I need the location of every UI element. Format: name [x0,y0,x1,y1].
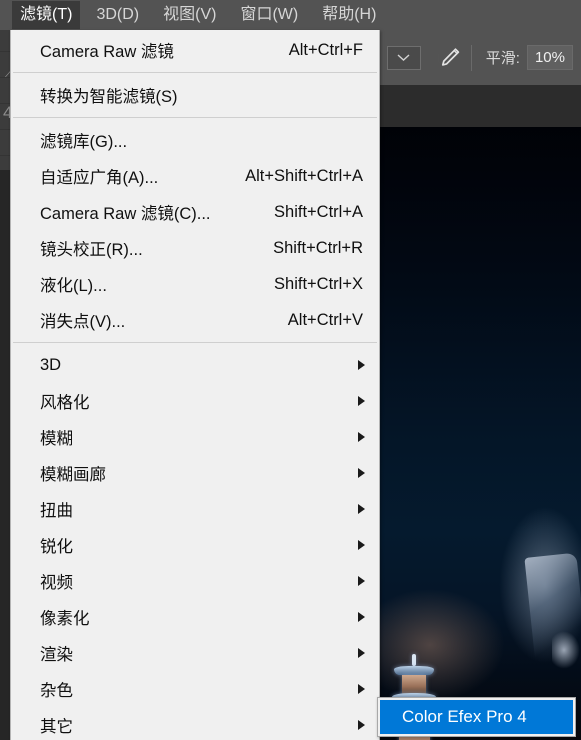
menu-item-label: 杂色 [40,682,73,700]
menu-item-label: Camera Raw 滤镜(C)... [40,205,211,223]
chevron-right-icon [358,720,365,730]
menu-item-label: Camera Raw 滤镜 [40,43,174,61]
filter-dropdown-menu: Camera Raw 滤镜 Alt+Ctrl+F 转换为智能滤镜(S) 滤镜库(… [10,30,380,740]
menu-item-label: 其它 [40,718,73,736]
toolbar-divider [470,44,472,71]
chevron-right-icon [358,684,365,694]
menu-item-label: 扭曲 [40,502,73,520]
brush-smoothing-icon[interactable] [435,46,461,70]
menu-window[interactable]: 窗口(W) [232,1,306,29]
menu-item-label: 锐化 [40,538,73,556]
menu-item-filter-gallery[interactable]: 滤镜库(G)... [11,122,379,158]
smoothing-label: 平滑: [485,50,520,67]
chevron-right-icon [358,612,365,622]
menu-item-label: 像素化 [40,610,90,628]
menu-item-shortcut: Alt+Shift+Ctrl+A [245,166,363,185]
submenu-item-color-efex-pro-4[interactable]: Color Efex Pro 4 [380,700,573,734]
menu-item-render[interactable]: 渲染 [11,635,379,671]
menu-bar: 滤镜(T) 3D(D) 视图(V) 窗口(W) 帮助(H) [0,0,581,30]
menu-item-lens-correction[interactable]: 镜头校正(R)... Shift+Ctrl+R [11,230,379,266]
menu-item-label: 滤镜库(G)... [40,133,128,151]
menu-item-distort[interactable]: 扭曲 [11,491,379,527]
photo-light-glow [552,630,581,674]
menu-item-label: 视频 [40,574,73,592]
nik-collection-submenu: Color Efex Pro 4 [377,697,576,737]
chevron-right-icon [358,360,365,370]
menu-item-shortcut: Shift+Ctrl+A [274,202,363,221]
chevron-right-icon [358,396,365,406]
menu-item-label: 渲染 [40,646,73,664]
menu-separator [13,117,377,118]
menu-3d[interactable]: 3D(D) [88,1,147,29]
menu-item-shortcut: Shift+Ctrl+X [274,274,363,293]
menu-item-sharpen[interactable]: 锐化 [11,527,379,563]
menu-item-label: 模糊 [40,430,73,448]
chevron-right-icon [358,648,365,658]
menu-item-blur-gallery[interactable]: 模糊画廊 [11,455,379,491]
menu-item-label: 液化(L)... [40,277,107,295]
menu-item-label: 风格化 [40,394,90,412]
menu-item-convert-smart-filter[interactable]: 转换为智能滤镜(S) [11,77,379,113]
menu-item-blur[interactable]: 模糊 [11,419,379,455]
menu-item-label: 自适应广角(A)... [40,169,159,187]
photoshop-window: ⟋ 4 平滑: 10% 滤镜(T) 3D(D) 视图(V) 窗口(W) 帮助(H… [0,0,581,740]
menu-item-label: 消失点(V)... [40,313,126,331]
smoothing-value-input[interactable]: 10% [526,45,573,70]
menu-help[interactable]: 帮助(H) [314,1,384,29]
menu-item-camera-raw-filter-c[interactable]: Camera Raw 滤镜(C)... Shift+Ctrl+A [11,194,379,230]
menu-item-label: 转换为智能滤镜(S) [40,88,178,106]
menu-item-adaptive-wide-angle[interactable]: 自适应广角(A)... Alt+Shift+Ctrl+A [11,158,379,194]
menu-item-camera-raw-filter[interactable]: Camera Raw 滤镜 Alt+Ctrl+F [11,32,379,68]
menu-filter[interactable]: 滤镜(T) [12,1,81,29]
menu-separator [13,342,377,343]
menu-item-stylize[interactable]: 风格化 [11,383,379,419]
menu-item-label: 镜头校正(R)... [40,241,143,259]
chevron-down-icon [397,53,410,62]
chevron-right-icon [358,540,365,550]
menu-item-3d[interactable]: 3D [11,347,379,383]
chevron-right-icon [358,576,365,586]
menu-item-shortcut: Alt+Ctrl+F [288,40,363,59]
submenu-item-label: Color Efex Pro 4 [402,707,527,726]
menu-separator [13,72,377,73]
chevron-right-icon [358,504,365,514]
menu-item-pixelate[interactable]: 像素化 [11,599,379,635]
chevron-right-icon [358,468,365,478]
brush-preset-dropdown[interactable] [386,45,421,70]
menu-item-shortcut: Shift+Ctrl+R [273,238,363,257]
menu-view[interactable]: 视图(V) [155,1,224,29]
menu-item-liquify[interactable]: 液化(L)... Shift+Ctrl+X [11,266,379,302]
menu-item-label: 模糊画廊 [40,466,106,484]
menu-item-other[interactable]: 其它 [11,707,379,740]
menu-item-noise[interactable]: 杂色 [11,671,379,707]
menu-item-vanishing-point[interactable]: 消失点(V)... Alt+Ctrl+V [11,302,379,338]
chevron-right-icon [358,432,365,442]
menu-item-video[interactable]: 视频 [11,563,379,599]
menu-item-label: 3D [40,355,62,374]
menu-item-shortcut: Alt+Ctrl+V [287,310,363,329]
